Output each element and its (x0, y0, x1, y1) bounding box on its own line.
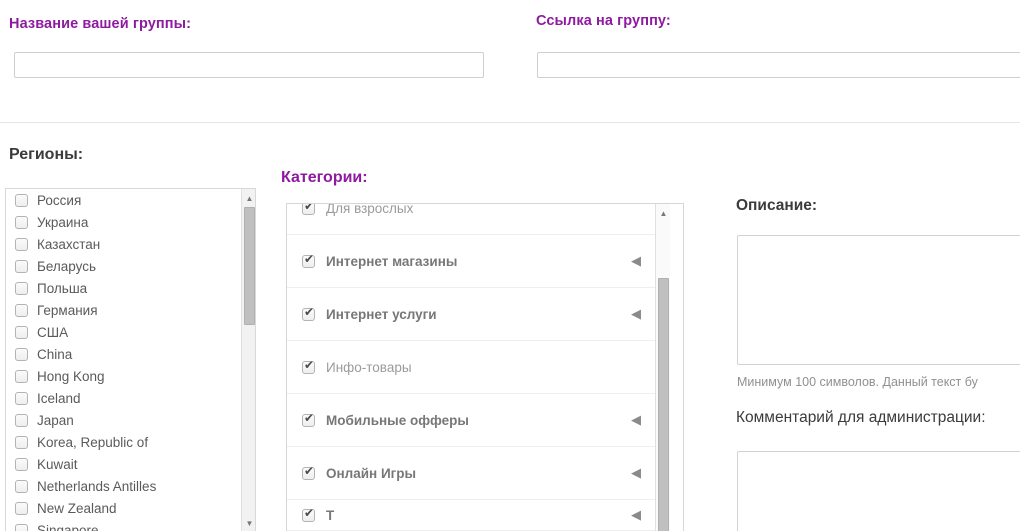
form-page: Название вашей группы: Ссылка на группу:… (0, 0, 1020, 531)
region-label: Украина (37, 214, 89, 230)
regions-scrollbar[interactable]: ▲ ▼ (241, 189, 255, 531)
checkbox-icon[interactable] (302, 412, 315, 427)
checkbox-icon[interactable] (15, 237, 28, 251)
checkbox-icon[interactable] (15, 479, 28, 493)
section-divider (0, 122, 1020, 123)
region-list-item[interactable]: Казахстан (6, 233, 238, 255)
checkbox-icon[interactable] (302, 204, 315, 215)
category-label: Для взрослых (326, 203, 414, 216)
scroll-up-icon[interactable]: ▲ (656, 206, 671, 220)
group-link-input[interactable] (537, 52, 1020, 78)
checkbox-icon[interactable] (15, 325, 28, 339)
category-list-item[interactable]: Интернет услуги ◀ (287, 288, 655, 341)
region-list-item[interactable]: New Zealand (6, 497, 238, 519)
region-label: Korea, Republic of (37, 434, 149, 450)
checkbox-icon[interactable] (15, 457, 28, 471)
group-link-label: Ссылка на группу: (536, 13, 671, 29)
checkbox-icon[interactable] (15, 347, 28, 361)
checkbox-icon[interactable] (302, 253, 315, 268)
region-label: Польша (37, 280, 88, 296)
region-list-item[interactable]: США (6, 321, 238, 343)
admin-comment-heading: Комментарий для администрации: (736, 409, 986, 426)
region-label: Россия (37, 192, 82, 208)
region-list-item[interactable]: Украина (6, 211, 238, 233)
region-list-item[interactable]: Japan (6, 409, 238, 431)
checkbox-icon[interactable] (302, 359, 315, 374)
checkbox-icon[interactable] (15, 391, 28, 405)
expand-left-arrow-icon[interactable]: ◀ (631, 507, 641, 523)
expand-left-arrow-icon[interactable]: ◀ (631, 465, 641, 481)
region-list-item[interactable]: Россия (6, 189, 238, 211)
regions-heading: Регионы: (9, 146, 84, 163)
region-label: Hong Kong (37, 368, 105, 384)
region-label: Kuwait (37, 456, 78, 472)
checkbox-icon[interactable] (15, 259, 28, 273)
category-label: Инфо-товары (326, 359, 412, 375)
category-label: Онлайн Игры (326, 465, 417, 481)
category-label: Т (326, 507, 335, 523)
description-heading: Описание: (736, 197, 818, 214)
checkbox-icon[interactable] (15, 435, 28, 449)
category-list-item[interactable]: Т◀ (287, 500, 655, 531)
category-label: Мобильные офферы (326, 412, 469, 428)
top-fields-section: Название вашей группы: Ссылка на группу: (0, 0, 1020, 122)
regions-scroll-thumb[interactable] (244, 207, 255, 325)
region-label: Германия (37, 302, 98, 318)
category-label: Интернет магазины (326, 253, 458, 269)
category-label: Интернет услуги (326, 306, 437, 322)
categories-scroll-thumb[interactable] (658, 278, 669, 531)
checkbox-icon[interactable] (302, 465, 315, 480)
checkbox-icon[interactable] (15, 281, 28, 295)
expand-left-arrow-icon[interactable]: ◀ (631, 412, 641, 428)
region-list-item[interactable]: China (6, 343, 238, 365)
region-list-item[interactable]: Korea, Republic of (6, 431, 238, 453)
checkbox-icon[interactable] (302, 306, 315, 321)
description-textarea[interactable] (737, 235, 1020, 365)
checkbox-icon[interactable] (15, 215, 28, 229)
admin-comment-textarea[interactable] (737, 451, 1020, 531)
region-label: Japan (37, 412, 74, 428)
checkbox-icon[interactable] (15, 413, 28, 427)
region-list-item[interactable]: Iceland (6, 387, 238, 409)
region-label: Беларусь (37, 258, 97, 274)
categories-scrollbar[interactable]: ▲ (655, 204, 670, 531)
region-label: China (37, 346, 73, 362)
category-list-item[interactable]: Мобильные офферы ◀ (287, 394, 655, 447)
region-list-item[interactable]: Kuwait (6, 453, 238, 475)
checkbox-icon[interactable] (15, 369, 28, 383)
region-list-item[interactable]: Германия (6, 299, 238, 321)
categories-listbox[interactable]: Для взрослыхИнтернет магазины◀Интернет у… (286, 203, 684, 531)
expand-left-arrow-icon[interactable]: ◀ (631, 306, 641, 322)
expand-left-arrow-icon[interactable]: ◀ (631, 253, 641, 269)
region-label: New Zealand (37, 500, 117, 516)
description-hint: Минимум 100 символов. Данный текст бу (737, 375, 978, 389)
category-list-item[interactable]: Интернет магазины ◀ (287, 235, 655, 288)
regions-listbox[interactable]: Россия Украина Казахстан Беларусь Польша Герм… (5, 188, 256, 531)
region-label: Netherlands Antilles (37, 478, 157, 494)
region-label: Казахстан (37, 236, 101, 252)
region-list-item[interactable]: Hong Kong (6, 365, 238, 387)
region-label: Iceland (37, 390, 81, 406)
checkbox-icon[interactable] (15, 303, 28, 317)
group-name-label: Название вашей группы: (9, 16, 192, 32)
categories-heading: Категории: (281, 169, 368, 186)
region-list-item[interactable]: Netherlands Antilles (6, 475, 238, 497)
checkbox-icon[interactable] (302, 507, 315, 522)
regions-list: Россия Украина Казахстан Беларусь Польша Герм… (6, 189, 238, 531)
region-label: США (37, 324, 69, 340)
scroll-down-icon[interactable]: ▼ (242, 516, 255, 530)
category-list-item[interactable]: Онлайн Игры ◀ (287, 447, 655, 500)
region-label: Singapore (37, 522, 99, 531)
checkbox-icon[interactable] (15, 193, 28, 207)
category-list-item[interactable]: Инфо-товары (287, 341, 655, 394)
region-list-item[interactable]: Singapore (6, 519, 238, 531)
scroll-up-icon[interactable]: ▲ (242, 191, 255, 205)
category-list-item[interactable]: Для взрослых (287, 204, 655, 235)
region-list-item[interactable]: Беларусь (6, 255, 238, 277)
categories-list: Для взрослыхИнтернет магазины◀Интернет у… (287, 204, 655, 531)
group-name-input[interactable] (14, 52, 484, 78)
checkbox-icon[interactable] (15, 523, 28, 531)
checkbox-icon[interactable] (15, 501, 28, 515)
region-list-item[interactable]: Польша (6, 277, 238, 299)
